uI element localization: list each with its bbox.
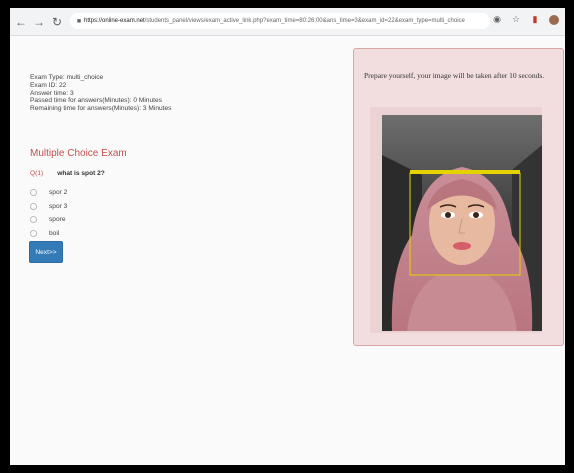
radio-button[interactable] <box>30 216 37 224</box>
option-3[interactable]: spore <box>30 213 67 227</box>
answer-options: spor 2 spor 3 spore boil <box>30 186 67 240</box>
passed-time: Passed time for answers(Minutes): 0 Minu… <box>30 97 162 105</box>
radio-button[interactable] <box>30 229 37 237</box>
exam-type: Exam Type: multi_choice <box>30 74 104 81</box>
browser-toolbar: ← → ↻ ■ https://online-exam.net /student… <box>10 8 565 36</box>
question-number: Q(1) <box>30 170 44 177</box>
radio-button[interactable] <box>30 189 37 197</box>
lock-icon: ■ <box>76 17 82 25</box>
camera-message: Prepare yourself, your image will be tak… <box>364 71 545 80</box>
exam-info: Exam Type: multi_choice Exam ID: 22 Answ… <box>30 74 171 113</box>
reload-icon[interactable]: ↻ <box>50 13 64 31</box>
forward-icon[interactable]: → <box>32 13 46 31</box>
remaining-time: Remaining time for answers(Minutes): 3 M… <box>30 105 172 113</box>
exam-title: Multiple Choice Exam <box>30 148 127 159</box>
question-text: what is spot 2? <box>57 170 105 177</box>
page-content: Exam Type: multi_choice Exam ID: 22 Answ… <box>10 36 565 465</box>
option-label: spor 3 <box>49 202 68 210</box>
exam-id: Exam ID: 22 <box>30 81 67 89</box>
url-path: /students_panel/views/exam_active_link.p… <box>144 18 465 24</box>
extension-icon[interactable]: ◉ <box>492 14 502 25</box>
question: Q(1) what is spot 2? <box>30 170 105 177</box>
webcam-feed <box>382 115 542 331</box>
star-icon[interactable]: ☆ <box>511 14 521 25</box>
next-button[interactable]: Next>> <box>29 241 63 263</box>
camera-panel: Prepare yourself, your image will be tak… <box>353 48 564 346</box>
answer-time: Answer time: 3 <box>30 89 74 97</box>
back-icon[interactable]: ← <box>14 13 28 31</box>
option-label: boil <box>49 229 60 237</box>
option-1[interactable]: spor 2 <box>30 186 67 200</box>
address-bar[interactable]: ■ https://online-exam.net /students_pane… <box>70 13 490 29</box>
profile-icon[interactable] <box>549 14 559 25</box>
option-label: spore <box>49 216 66 224</box>
webcam-image <box>382 115 542 331</box>
option-label: spor 2 <box>49 189 68 197</box>
url-host: https://online-exam.net <box>84 18 145 24</box>
radio-button[interactable] <box>30 202 37 210</box>
camera-frame <box>370 107 542 333</box>
bookmark-icon[interactable]: ▮ <box>530 14 540 25</box>
browser-window: ← → ↻ ■ https://online-exam.net /student… <box>10 8 565 465</box>
option-2[interactable]: spor 3 <box>30 200 67 214</box>
option-4[interactable]: boil <box>30 227 67 241</box>
